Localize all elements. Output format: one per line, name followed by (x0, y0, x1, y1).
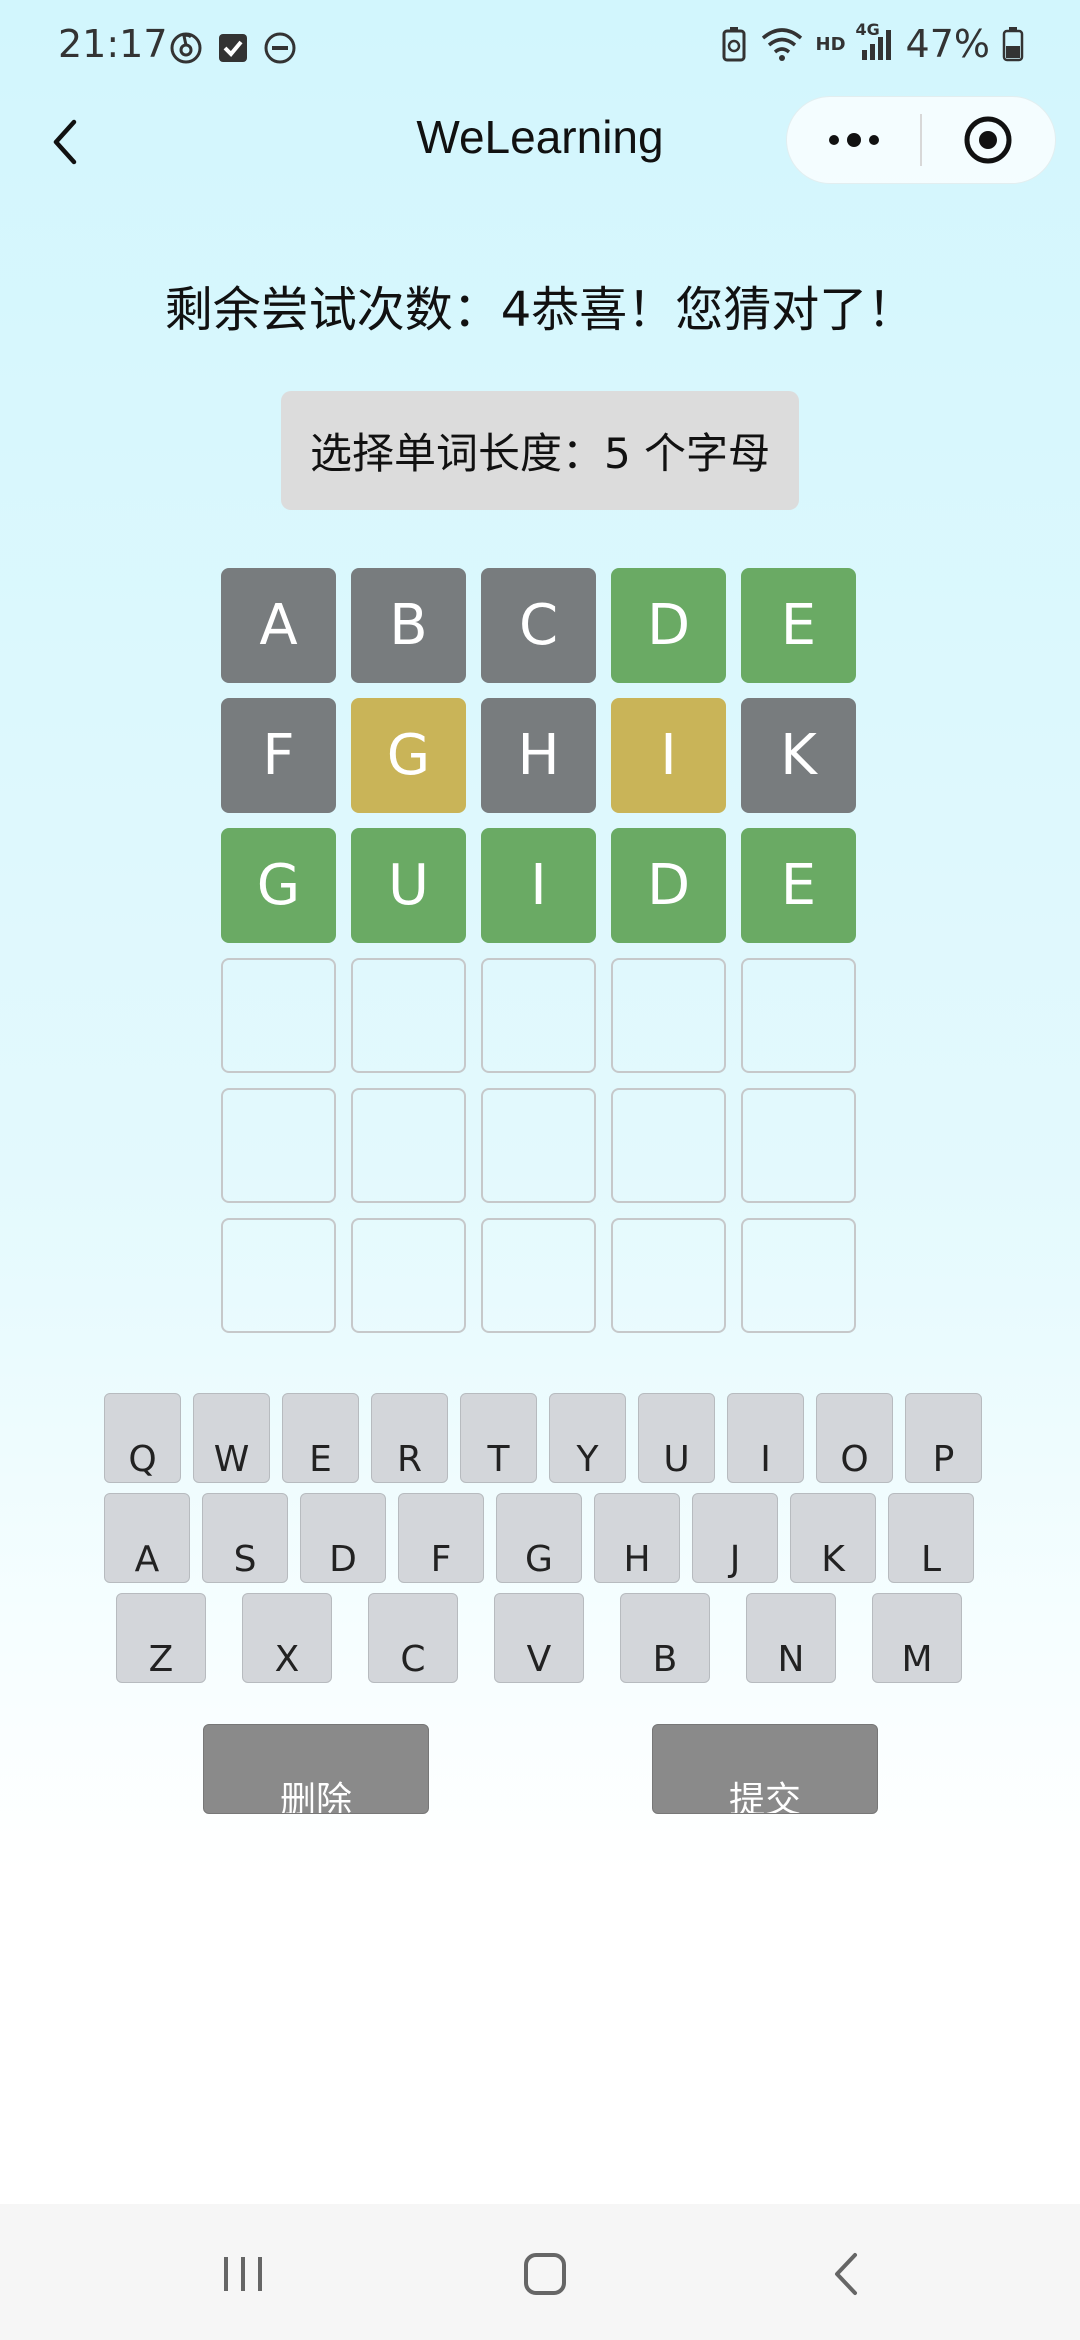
recent-apps-icon (224, 2257, 262, 2291)
key-q[interactable]: Q (104, 1393, 181, 1483)
key-m[interactable]: M (872, 1593, 962, 1683)
letter-tile: E (741, 568, 856, 683)
key-b[interactable]: B (620, 1593, 710, 1683)
recent-apps-button[interactable] (213, 2244, 273, 2304)
letter-tile: C (481, 568, 596, 683)
letter-tile (611, 958, 726, 1073)
letter-tile: D (611, 568, 726, 683)
delete-button[interactable]: 删除 (203, 1724, 429, 1814)
keyboard-row-2: ASDFGHJKL (104, 1493, 974, 1583)
system-nav-bar (0, 2204, 1080, 2340)
letter-tile: H (481, 698, 596, 813)
submit-label: 提交 (728, 1780, 801, 1814)
close-miniprogram-button[interactable] (922, 96, 1055, 184)
keyboard-row-3: ZXCVBNM (116, 1593, 962, 1683)
letter-tile: I (481, 828, 596, 943)
letter-tile (351, 1218, 466, 1333)
key-a[interactable]: A (104, 1493, 190, 1583)
letter-tile (611, 1088, 726, 1203)
key-u[interactable]: U (638, 1393, 715, 1483)
battery-percent: 47% (905, 22, 990, 66)
netease-music-icon (168, 30, 204, 66)
guess-grid: ABCDEFGHIKGUIDE (221, 568, 856, 1348)
letter-tile (221, 958, 336, 1073)
key-k[interactable]: K (790, 1493, 876, 1583)
delete-label: 删除 (279, 1780, 352, 1814)
letter-tile (351, 958, 466, 1073)
letter-tile: G (221, 828, 336, 943)
letter-tile (481, 1218, 596, 1333)
guess-row: GUIDE (221, 828, 856, 943)
key-t[interactable]: T (460, 1393, 537, 1483)
letter-tile (351, 1088, 466, 1203)
key-y[interactable]: Y (549, 1393, 626, 1483)
key-e[interactable]: E (282, 1393, 359, 1483)
letter-tile (741, 1218, 856, 1333)
back-arrow-icon (835, 2253, 857, 2295)
status-left-icons (168, 30, 298, 66)
more-dots-icon (828, 133, 879, 147)
keyboard-row-1: QWERTYUIOP (104, 1393, 982, 1483)
letter-tile: K (741, 698, 856, 813)
miniprogram-capsule (786, 96, 1056, 184)
key-w[interactable]: W (193, 1393, 270, 1483)
letter-tile (741, 1088, 856, 1203)
key-l[interactable]: L (888, 1493, 974, 1583)
key-n[interactable]: N (746, 1593, 836, 1683)
key-p[interactable]: P (905, 1393, 982, 1483)
status-time: 21:17 (58, 22, 168, 66)
key-c[interactable]: C (368, 1593, 458, 1683)
letter-tile (221, 1088, 336, 1203)
key-f[interactable]: F (398, 1493, 484, 1583)
network-type: 4G (855, 20, 880, 39)
key-r[interactable]: R (371, 1393, 448, 1483)
system-back-button[interactable] (818, 2244, 878, 2304)
key-j[interactable]: J (692, 1493, 778, 1583)
status-right: HD 4G 47% (720, 20, 1024, 66)
guess-row: ABCDE (221, 568, 856, 683)
letter-tile (741, 958, 856, 1073)
letter-tile: F (221, 698, 336, 813)
key-g[interactable]: G (496, 1493, 582, 1583)
key-v[interactable]: V (494, 1593, 584, 1683)
letter-tile (221, 1218, 336, 1333)
letter-tile (481, 958, 596, 1073)
nav-bar: WeLearning (0, 96, 1080, 186)
word-length-selector[interactable]: 选择单词长度：5 个字母 (281, 391, 799, 510)
guess-row (221, 1218, 856, 1333)
guess-row (221, 958, 856, 1073)
letter-tile: I (611, 698, 726, 813)
status-bar: 21:17 HD 4G 47% (0, 0, 1080, 96)
key-z[interactable]: Z (116, 1593, 206, 1683)
letter-tile: G (351, 698, 466, 813)
game-status-text: 剩余尝试次数：4恭喜！您猜对了！ (164, 282, 916, 338)
letter-tile: A (221, 568, 336, 683)
check-box-icon (216, 30, 250, 66)
key-h[interactable]: H (594, 1493, 680, 1583)
guess-row (221, 1088, 856, 1203)
more-button[interactable] (787, 96, 920, 184)
key-x[interactable]: X (242, 1593, 332, 1683)
letter-tile: E (741, 828, 856, 943)
key-i[interactable]: I (727, 1393, 804, 1483)
letter-tile: B (351, 568, 466, 683)
key-o[interactable]: O (816, 1393, 893, 1483)
letter-tile (611, 1218, 726, 1333)
battery-icon (1002, 26, 1024, 62)
letter-tile (481, 1088, 596, 1203)
submit-button[interactable]: 提交 (652, 1724, 878, 1814)
letter-tile: D (611, 828, 726, 943)
signal-icon: 4G (856, 20, 894, 62)
home-button[interactable] (515, 2244, 575, 2304)
home-icon (524, 2253, 566, 2295)
key-s[interactable]: S (202, 1493, 288, 1583)
dnd-icon (262, 30, 298, 66)
target-close-icon (964, 116, 1012, 164)
battery-saver-icon (720, 26, 748, 62)
hd-label: HD (815, 33, 846, 55)
letter-tile: U (351, 828, 466, 943)
key-d[interactable]: D (300, 1493, 386, 1583)
guess-row: FGHIK (221, 698, 856, 813)
wifi-icon (760, 26, 804, 62)
